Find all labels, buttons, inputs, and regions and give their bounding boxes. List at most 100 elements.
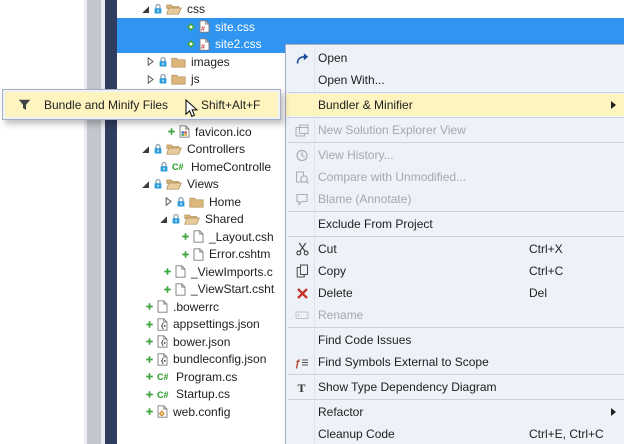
folder-icon: [171, 56, 186, 68]
json-file-icon: [157, 318, 168, 331]
menu-item-shortcut: Del: [529, 286, 547, 300]
page-file-icon: [157, 300, 168, 313]
menu-item-view-history: View History...: [286, 144, 624, 166]
menu-item-label: Open With...: [318, 73, 385, 87]
menu-item-find-symbols-external-to-scope[interactable]: ƒ Find Symbols External to Scope: [286, 351, 624, 373]
menu-item-label: Rename: [318, 308, 363, 322]
tree-item-css[interactable]: css: [117, 1, 624, 19]
menu-item-delete[interactable]: DeleteDel: [286, 282, 624, 304]
menu-item-label: View History...: [318, 148, 394, 162]
tree-item-label: bower.json: [173, 335, 230, 349]
tree-item-label: _ViewStart.csht: [191, 282, 274, 296]
menu-item-refactor[interactable]: Refactor: [286, 401, 624, 423]
menu-separator: [288, 399, 624, 400]
svg-text:ƒ: ƒ: [295, 358, 301, 369]
expander-closed-icon[interactable]: [146, 57, 155, 66]
delete-icon: [292, 282, 312, 304]
expander-closed-icon[interactable]: [146, 75, 155, 84]
window-edge-bar: [105, 0, 117, 444]
menu-separator: [288, 117, 624, 118]
svg-text:C#: C#: [172, 162, 184, 172]
menu-item-label: Bundle and Minify Files: [44, 98, 168, 112]
rename-icon: [292, 304, 312, 326]
tree-item-label: Error.cshtm: [209, 247, 270, 261]
menu-item-bundler-minifier[interactable]: Bundler & Minifier: [286, 94, 624, 116]
menu-separator: [288, 211, 624, 212]
copy-icon: [292, 260, 312, 282]
context-menu: Open Open With... Bundler & Minifier New So…: [285, 44, 624, 444]
csharp-file-icon: C#: [157, 371, 171, 382]
new-view-icon: [292, 119, 312, 141]
menu-item-label: Exclude From Project: [318, 217, 433, 231]
menu-item-rename: Rename: [286, 304, 624, 326]
expander-closed-icon[interactable]: [164, 197, 173, 206]
page-file-icon: [175, 283, 186, 296]
ico-file-icon: [179, 125, 190, 138]
menu-item-open-with[interactable]: Open With...: [286, 69, 624, 91]
menu-item-show-type-dependency-diagram[interactable]: TShow Type Dependency Diagram: [286, 376, 624, 398]
menu-item-open[interactable]: Open: [286, 47, 624, 69]
diamond-badge-icon: [186, 22, 196, 32]
menu-item-label: Open: [318, 51, 347, 65]
folder-open-icon: [184, 213, 200, 225]
csharp-file-icon: C#: [172, 161, 186, 172]
plus-badge-icon: [145, 355, 154, 364]
menu-item-blame-annotate: Blame (Annotate): [286, 188, 624, 210]
page-file-icon: [175, 265, 186, 278]
submenu-arrow-icon: [611, 101, 616, 109]
tree-item-label: Shared: [205, 212, 244, 226]
menu-item-cut[interactable]: CutCtrl+X: [286, 238, 624, 260]
menu-item-shortcut: Ctrl+C: [529, 264, 563, 278]
lock-icon: [153, 3, 163, 15]
plus-badge-icon: [145, 372, 154, 381]
type-dependency-icon: T: [292, 376, 312, 398]
plus-badge-icon: [167, 127, 176, 136]
json-file-icon: [157, 353, 168, 366]
lock-icon: [171, 213, 181, 225]
page-file-icon: [193, 230, 204, 243]
tree-item-label: site.css: [215, 20, 255, 34]
menu-item-label: New Solution Explorer View: [318, 123, 466, 137]
menu-item-copy[interactable]: CopyCtrl+C: [286, 260, 624, 282]
plus-badge-icon: [145, 390, 154, 399]
tree-item-label: _Layout.csh: [209, 230, 274, 244]
tree-item-label: web.config: [173, 405, 230, 419]
plus-badge-icon: [163, 285, 172, 294]
menu-item-label: Find Symbols External to Scope: [318, 355, 489, 369]
lock-icon: [176, 196, 186, 208]
menu-separator: [288, 327, 624, 328]
menu-item-new-solution-explorer-view: New Solution Explorer View: [286, 119, 624, 141]
history-icon: [292, 144, 312, 166]
expander-open-icon[interactable]: [141, 180, 150, 189]
tree-item-site-css[interactable]: # site.css: [117, 18, 624, 36]
menu-separator: [288, 92, 624, 93]
folder-open-icon: [166, 178, 182, 190]
tree-item-label: Controllers: [187, 142, 245, 156]
menu-item-label: Cleanup Code: [318, 427, 395, 441]
menu-item-label: Bundler & Minifier: [318, 98, 413, 112]
menu-item-label: Blame (Annotate): [318, 192, 411, 206]
menu-item-shortcut: Shift+Alt+F: [201, 98, 260, 112]
svg-text:#: #: [201, 44, 205, 51]
folder-open-icon: [166, 143, 182, 155]
menu-item-cleanup-code[interactable]: Cleanup CodeCtrl+E, Ctrl+C: [286, 423, 624, 444]
lock-icon: [153, 178, 163, 190]
scrollbar-track[interactable]: [87, 0, 101, 444]
svg-text:#: #: [201, 26, 205, 33]
menu-item-exclude-from-project[interactable]: Exclude From Project: [286, 213, 624, 235]
page-file-icon: [193, 248, 204, 261]
plus-badge-icon: [181, 250, 190, 259]
menu-item-bundle-and-minify-files[interactable]: Bundle and Minify Files Shift+Alt+F: [5, 92, 278, 117]
expander-open-icon[interactable]: [141, 5, 150, 14]
menu-separator: [288, 374, 624, 375]
expander-open-icon[interactable]: [159, 215, 168, 224]
tree-item-label: bundleconfig.json: [173, 352, 266, 366]
bundler-minifier-flyout: Bundle and Minify Files Shift+Alt+F: [2, 89, 281, 120]
tree-item-label: appsettings.json: [173, 317, 260, 331]
menu-item-find-code-issues[interactable]: Find Code Issues: [286, 329, 624, 351]
tree-item-label: favicon.ico: [195, 125, 252, 139]
tree-item-label: Home: [209, 195, 241, 209]
expander-open-icon[interactable]: [141, 145, 150, 154]
blame-icon: [292, 188, 312, 210]
find-symbols-icon: ƒ: [292, 351, 312, 373]
